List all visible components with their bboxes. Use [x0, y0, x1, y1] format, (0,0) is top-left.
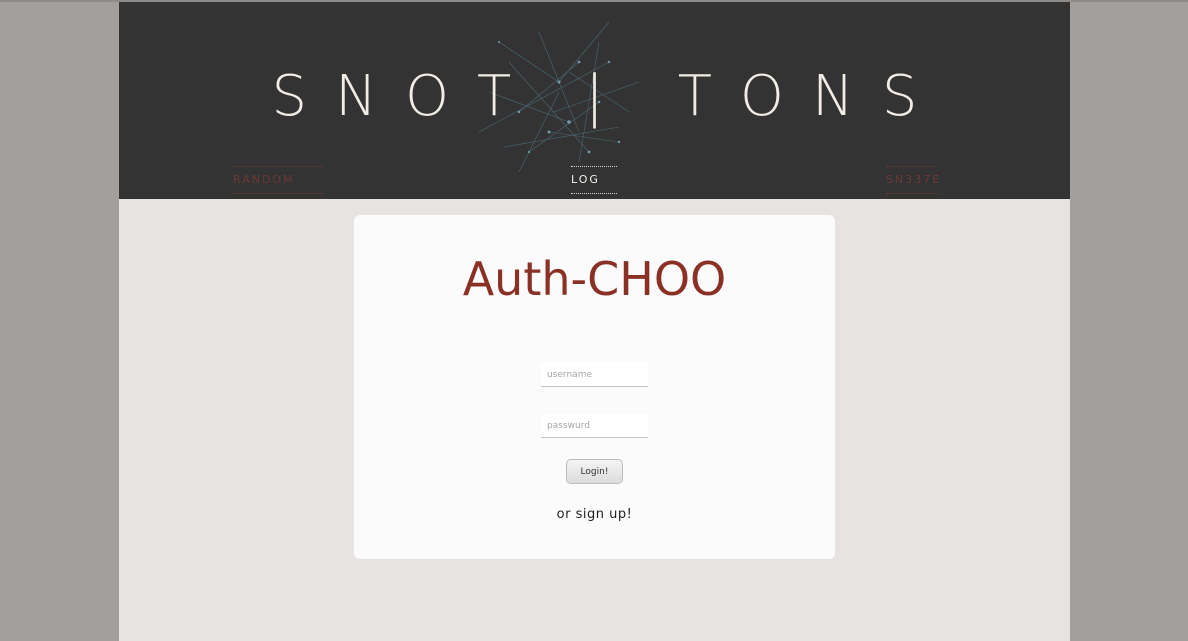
page-container: SNOT | TONS RANDOM DICK LOG IN SN337E Au… — [119, 2, 1070, 641]
signup-link[interactable]: or sign up! — [354, 507, 835, 522]
login-button[interactable]: Login! — [566, 459, 623, 484]
site-logo[interactable]: SNOT | TONS — [119, 62, 1070, 132]
login-title: Auth-CHOO — [462, 252, 727, 306]
site-header: SNOT | TONS RANDOM DICK LOG IN SN337E — [119, 2, 1070, 199]
username-input[interactable] — [541, 363, 648, 387]
password-input[interactable] — [541, 414, 648, 438]
nav-user-link[interactable]: SN337E — [886, 166, 939, 194]
nav-login-link[interactable]: LOG IN — [571, 166, 617, 194]
nav-random-link[interactable]: RANDOM DICK — [233, 166, 323, 194]
login-card: Auth-CHOO Login! or sign up! — [354, 215, 835, 559]
